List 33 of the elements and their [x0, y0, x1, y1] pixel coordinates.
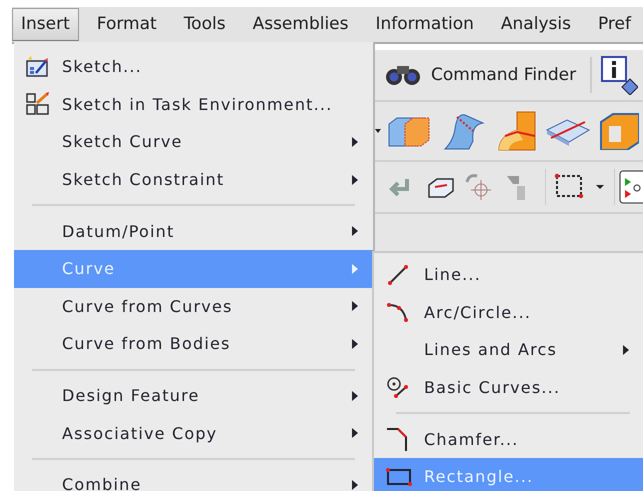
menu-item[interactable]: Basic Curves... — [374, 368, 643, 406]
menu-item[interactable]: Combine — [14, 466, 373, 491]
target-icon[interactable] — [463, 172, 493, 202]
menu-item[interactable]: Lines and Arcs — [374, 331, 643, 369]
sketch-icon — [25, 92, 51, 116]
command-finder-button[interactable]: Command Finder — [379, 55, 582, 95]
rectangle-icon — [385, 466, 413, 488]
menu-item[interactable]: Chamfer... — [374, 420, 643, 458]
menu-item[interactable]: Format — [88, 8, 166, 41]
menu-item[interactable]: Insert — [12, 8, 79, 41]
menu-item[interactable]: Associative Copy — [14, 414, 373, 452]
menu-item[interactable]: Sketch Curve — [14, 123, 373, 161]
menu-item[interactable]: Sketch Constraint — [14, 160, 373, 198]
menu-item[interactable]: Arc/Circle... — [374, 294, 643, 332]
info-icon[interactable] — [600, 55, 638, 95]
menu-item[interactable]: Sketch in Task Environment... — [14, 86, 373, 124]
menu-item[interactable]: Line... — [374, 256, 643, 294]
menu-item[interactable]: Information — [366, 8, 483, 41]
caret-icon[interactable] — [375, 128, 381, 134]
caret-icon[interactable] — [596, 184, 604, 190]
menu-item[interactable]: Curve from Curves — [14, 288, 373, 326]
menu-item[interactable]: Pref — [588, 8, 640, 41]
sketch-icon — [25, 54, 51, 79]
menu-item[interactable]: Assemblies — [244, 8, 358, 41]
menu-item[interactable]: Design Feature — [14, 376, 373, 414]
menu-item[interactable]: Curve from Bodies — [14, 325, 373, 363]
shell-icon[interactable] — [599, 112, 639, 150]
menu-item[interactable]: Analysis — [492, 8, 580, 41]
menu-item[interactable]: Datum/Point — [14, 212, 373, 250]
menu-item[interactable]: Tools — [174, 8, 235, 41]
selection-rectangle-icon[interactable] — [554, 173, 584, 201]
menu-item[interactable]: Sketch... — [14, 48, 373, 86]
blend-icon[interactable] — [497, 110, 537, 152]
